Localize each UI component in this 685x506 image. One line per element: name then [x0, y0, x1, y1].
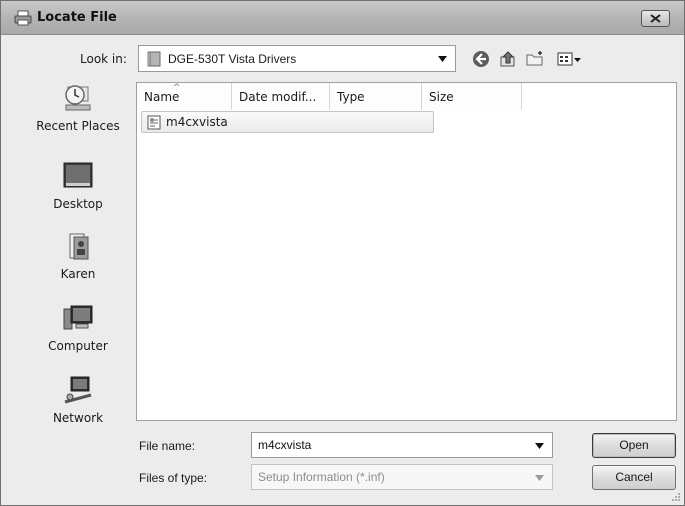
column-header-size[interactable]: Size — [422, 83, 522, 110]
look-in-value: DGE-530T Vista Drivers — [168, 52, 297, 66]
new-folder-icon[interactable] — [525, 49, 545, 69]
place-label: Recent Places — [36, 119, 120, 133]
setup-info-file-icon — [147, 115, 161, 130]
place-label: Karen — [60, 267, 96, 281]
cancel-button[interactable]: Cancel — [592, 465, 676, 490]
close-button[interactable] — [641, 10, 670, 27]
place-recent-places[interactable]: Recent Places — [23, 83, 133, 133]
back-icon[interactable] — [471, 49, 491, 69]
file-list[interactable]: ^ Name Date modif... Type Size m4cxvista — [136, 82, 677, 421]
look-in-label: Look in: — [80, 52, 127, 66]
printer-icon — [14, 10, 32, 26]
folder-icon — [147, 51, 161, 67]
column-header-name[interactable]: ^ Name — [137, 83, 232, 110]
file-row-m4cxvista[interactable]: m4cxvista — [141, 111, 434, 133]
open-button[interactable]: Open — [592, 433, 676, 458]
file-name: m4cxvista — [166, 115, 228, 129]
file-name-label: File name: — [139, 439, 196, 453]
place-karen[interactable]: Karen — [23, 231, 133, 281]
recent-places-icon — [65, 85, 91, 111]
place-label: Computer — [48, 339, 108, 353]
files-of-type-dropdown[interactable]: Setup Information (*.inf) — [251, 464, 553, 490]
files-of-type-value: Setup Information (*.inf) — [258, 470, 385, 484]
places-bar: Recent Places Desktop Karen Computer Net… — [23, 81, 133, 481]
chevron-down-icon[interactable] — [438, 55, 447, 63]
locate-file-dialog: Locate File Look in: DGE-530T Vista Driv… — [0, 0, 685, 506]
views-icon[interactable] — [557, 49, 583, 69]
place-label: Desktop — [53, 197, 103, 211]
computer-icon — [63, 305, 93, 330]
file-name-combo[interactable] — [251, 432, 553, 458]
network-icon — [64, 376, 92, 404]
resize-grip-icon[interactable] — [671, 492, 681, 502]
close-x-icon — [650, 14, 661, 23]
up-folder-icon[interactable] — [498, 49, 518, 69]
sort-ascending-icon: ^ — [173, 83, 181, 93]
files-of-type-label: Files of type: — [139, 471, 208, 485]
place-network[interactable]: Network — [23, 375, 133, 425]
place-desktop[interactable]: Desktop — [23, 161, 133, 211]
column-header-type[interactable]: Type — [330, 83, 422, 110]
column-header-date-modified[interactable]: Date modif... — [232, 83, 330, 110]
place-computer[interactable]: Computer — [23, 303, 133, 353]
desktop-icon — [63, 162, 93, 188]
dialog-title: Locate File — [37, 10, 117, 25]
file-name-input[interactable] — [252, 433, 522, 457]
title-bar[interactable]: Locate File — [1, 1, 684, 35]
user-folder-icon — [69, 233, 89, 260]
place-label: Network — [52, 411, 104, 425]
chevron-down-icon[interactable] — [535, 442, 544, 450]
look-in-dropdown[interactable]: DGE-530T Vista Drivers — [138, 45, 456, 72]
chevron-down-icon[interactable] — [535, 474, 544, 482]
